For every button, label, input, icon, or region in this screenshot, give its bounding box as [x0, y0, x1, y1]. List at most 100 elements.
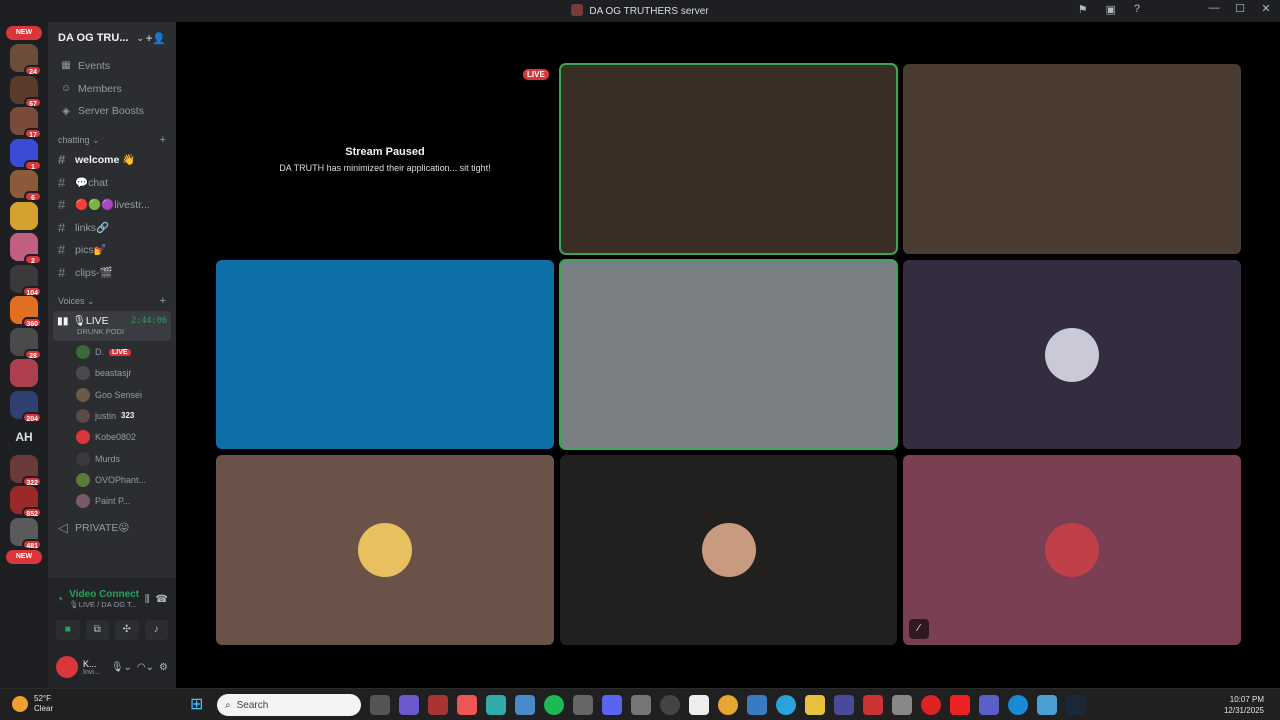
voice-user[interactable]: Goo Sensei: [48, 384, 176, 405]
hash-icon: #: [58, 242, 66, 258]
guild-icon[interactable]: 17: [10, 107, 42, 139]
invite-icon[interactable]: +👤: [146, 32, 166, 45]
voice-channel-live[interactable]: ▮▮ 🎙LIVE 2:44:06 DRUNK PODI: [53, 311, 171, 342]
guild-icon[interactable]: 2: [10, 233, 42, 265]
avatar-tile[interactable]: [560, 455, 897, 645]
guild-icon[interactable]: 322: [10, 454, 42, 487]
avatar[interactable]: [56, 656, 78, 678]
weather-widget[interactable]: 52°F Clear: [12, 694, 53, 714]
guild-ah[interactable]: AH: [8, 423, 40, 451]
connection-location[interactable]: 🎙LIVE / DA OG T...: [69, 600, 139, 609]
settings-icon[interactable]: ⚙: [159, 662, 168, 673]
guild-icon[interactable]: 28: [10, 327, 42, 360]
camera-button[interactable]: ■: [56, 620, 80, 640]
app-icon[interactable]: [863, 695, 883, 715]
channel-item[interactable]: # clips-🎬: [48, 261, 176, 284]
video-tile-speaking[interactable]: [559, 63, 898, 255]
youtube-icon[interactable]: [950, 695, 970, 715]
category-chatting[interactable]: chatting ⌄ +: [48, 132, 176, 148]
noise-suppression-icon[interactable]: ⫼: [145, 594, 150, 605]
channel-item[interactable]: # 💬chat: [48, 171, 176, 194]
app-icon[interactable]: [747, 695, 767, 715]
guild-icon[interactable]: 6: [10, 170, 42, 202]
video-tile[interactable]: [903, 64, 1241, 254]
signal-icon[interactable]: ◔: [56, 592, 63, 606]
spotify-icon[interactable]: [544, 695, 564, 715]
guild-icon[interactable]: 360: [10, 296, 42, 328]
guild-icon[interactable]: 24: [10, 44, 42, 76]
start-icon[interactable]: ⊞: [190, 696, 208, 714]
voice-user[interactable]: Kobe0802: [48, 427, 176, 448]
avatar-tile[interactable]: [216, 455, 554, 645]
clock[interactable]: 10:07 PM 12/31/2025: [1224, 694, 1264, 716]
app-icon[interactable]: [834, 695, 854, 715]
headphones-icon[interactable]: ◠⌄: [137, 662, 154, 673]
activities-button[interactable]: ✣: [115, 620, 139, 640]
avatar-tile[interactable]: ⁄: [903, 455, 1241, 645]
server-header[interactable]: DA OG TRU... ⌄ +👤: [48, 22, 176, 54]
search-input[interactable]: ⌕ Search: [217, 694, 361, 716]
teams-icon[interactable]: [979, 695, 999, 715]
close-icon[interactable]: ✕: [1260, 2, 1272, 15]
app-icon[interactable]: [689, 695, 709, 715]
brave-icon[interactable]: [457, 695, 477, 715]
minimize-icon[interactable]: —: [1208, 2, 1220, 15]
channel-item[interactable]: # 🔴🟢🟣livestr...: [48, 193, 176, 216]
guild-icon[interactable]: 1: [10, 138, 42, 171]
voice-channel-private[interactable]: ◁ PRIVATE😛: [48, 517, 176, 540]
discord-icon[interactable]: [602, 695, 622, 715]
screen-icon[interactable]: ▣: [1105, 3, 1115, 16]
add-channel-icon[interactable]: +: [160, 295, 166, 307]
category-voices[interactable]: Voices ⌄ +: [48, 293, 176, 309]
task-view-icon[interactable]: [370, 695, 390, 715]
avatar-tile[interactable]: [903, 260, 1241, 449]
guild-icon[interactable]: 67: [10, 75, 42, 108]
sidebar-item-server-boosts[interactable]: ◈ Server Boosts: [48, 100, 176, 122]
maximize-icon[interactable]: ☐: [1234, 2, 1246, 15]
video-tile[interactable]: [216, 260, 554, 449]
guild-icon[interactable]: 481: [10, 517, 42, 550]
screen-share-button[interactable]: ⧉: [85, 620, 109, 640]
channel-item[interactable]: # welcome 👋: [48, 148, 176, 171]
stream-tile-paused[interactable]: Stream Paused DA TRUTH has minimized the…: [216, 64, 554, 254]
voice-user[interactable]: Murds: [48, 448, 176, 469]
search-icon: ⌕: [225, 699, 231, 711]
guild-icon[interactable]: [10, 201, 38, 230]
steam-icon[interactable]: [1066, 695, 1086, 715]
guild-icon[interactable]: 852: [10, 486, 42, 518]
soundboard-button[interactable]: ♪: [144, 620, 168, 640]
channel-item[interactable]: # links🔗: [48, 216, 176, 239]
notepad-icon[interactable]: [1037, 695, 1057, 715]
sidebar-item-members[interactable]: ☺ Members: [48, 78, 176, 100]
voicemeeter-icon[interactable]: [428, 695, 448, 715]
guild-icon[interactable]: 104: [10, 264, 42, 297]
add-channel-icon[interactable]: +: [160, 134, 166, 146]
voice-user[interactable]: beastasjr: [48, 363, 176, 384]
guild-icon[interactable]: [10, 359, 38, 387]
guild-icon[interactable]: 204: [10, 390, 42, 423]
disconnect-icon[interactable]: ☎: [156, 594, 168, 605]
help-icon[interactable]: ?: [1134, 3, 1140, 16]
edge-icon[interactable]: [1008, 695, 1028, 715]
video-grid: Stream Paused DA TRUTH has minimized the…: [176, 22, 1280, 688]
channel-item[interactable]: # pics💅: [48, 238, 176, 261]
app-icon[interactable]: [631, 695, 651, 715]
folder-icon[interactable]: [805, 695, 825, 715]
video-tile-speaking[interactable]: [559, 259, 898, 450]
voice-user[interactable]: justin 323: [48, 405, 176, 426]
photos-icon[interactable]: [515, 695, 535, 715]
microphone-icon[interactable]: 🎙⌄: [111, 662, 132, 673]
app-icon[interactable]: [573, 695, 593, 715]
sidebar-item-events[interactable]: ▦ Events: [48, 55, 176, 77]
telegram-icon[interactable]: [776, 695, 796, 715]
voice-user[interactable]: D. LIVE: [48, 341, 176, 362]
app-icon[interactable]: [660, 695, 680, 715]
chrome-icon[interactable]: [718, 695, 738, 715]
edge-icon[interactable]: [486, 695, 506, 715]
opera-icon[interactable]: [921, 695, 941, 715]
voice-user[interactable]: Paint P...: [48, 490, 176, 511]
voice-user[interactable]: OVOPhant...: [48, 469, 176, 490]
copilot-icon[interactable]: [399, 695, 419, 715]
app-icon[interactable]: [892, 695, 912, 715]
inbox-icon[interactable]: ⚑: [1078, 3, 1088, 16]
